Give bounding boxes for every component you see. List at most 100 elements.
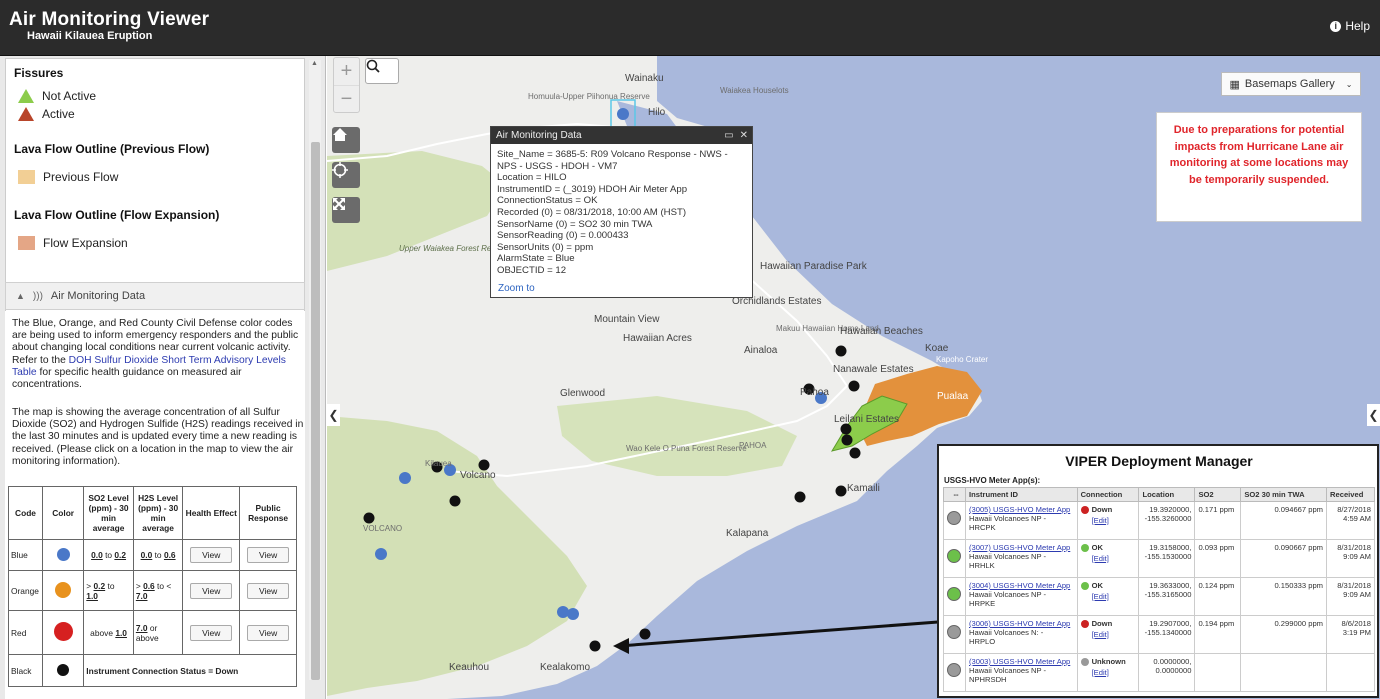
- home-button[interactable]: [332, 127, 360, 153]
- received-cell: 8/6/2018 3:19 PM: [1326, 615, 1375, 654]
- connection-status-icon: [1080, 620, 1089, 628]
- station-marker-black[interactable]: [849, 447, 861, 459]
- scroll-up-icon[interactable]: ▲: [311, 60, 318, 67]
- popup-title: Air Monitoring Data: [496, 130, 582, 141]
- instrument-site: Hawaii Volcanoes NP -: [968, 666, 1047, 675]
- instrument-cell: (3006) USGS-HVO Meter App Hawaii Volcanoe…: [964, 615, 1078, 654]
- instrument-link[interactable]: (3006) USGS-HVO Meter App: [969, 619, 1074, 628]
- station-marker-black[interactable]: [841, 434, 853, 446]
- station-marker-black[interactable]: [589, 640, 601, 652]
- fullscreen-button[interactable]: [332, 197, 360, 223]
- table-header: SO2 30 min TWA: [1240, 487, 1328, 502]
- status-toggle-button[interactable]: [947, 511, 962, 525]
- map-label: Glenwood: [560, 388, 606, 399]
- table-header: Instrument ID: [964, 487, 1078, 502]
- air-monitoring-panel-header[interactable]: ▲ ))) Air Monitoring Data: [5, 282, 305, 310]
- zoom-in-button[interactable]: +: [334, 58, 359, 85]
- edit-link[interactable]: [Edit]: [1092, 668, 1136, 677]
- station-marker-blue[interactable]: [567, 608, 579, 620]
- code-cell: Black: [8, 654, 43, 687]
- code-cell: Blue: [8, 539, 43, 571]
- view-public-response-button[interactable]: View: [247, 547, 290, 563]
- view-health-effect-button[interactable]: View: [190, 624, 233, 641]
- so2-twa-cell: 0.150333 ppm: [1240, 577, 1328, 616]
- received-date: 8/6/2018: [1341, 619, 1371, 628]
- viper-subtitle: USGS-HVO Meter App(s):: [944, 476, 1041, 485]
- popup-header: Air Monitoring Data ▭ ✕: [491, 127, 752, 144]
- status-toggle-button[interactable]: [947, 587, 962, 601]
- legend-label: Active: [42, 107, 75, 121]
- status-cell: [943, 577, 966, 616]
- instrument-link[interactable]: (3003) USGS-HVO Meter App: [969, 657, 1074, 666]
- station-marker-black[interactable]: [794, 491, 806, 503]
- latitude: 19.3633000,: [1149, 581, 1192, 590]
- station-marker-blue[interactable]: [375, 548, 387, 560]
- maximize-icon[interactable]: ▭: [724, 130, 733, 141]
- view-public-response-button[interactable]: View: [247, 582, 290, 599]
- close-icon[interactable]: ✕: [740, 130, 748, 141]
- station-marker-black[interactable]: [835, 485, 847, 497]
- map-label: Wao Kele O Puna Forest Reserve: [626, 444, 747, 453]
- so2-cell: 0.093 ppm: [1194, 539, 1242, 578]
- map-label: Waiakea Houselots: [720, 86, 789, 95]
- instrument-link[interactable]: (3004) USGS-HVO Meter App: [969, 581, 1074, 590]
- station-marker-blue[interactable]: [399, 472, 411, 484]
- instrument-link[interactable]: (3005) USGS-HVO Meter App: [969, 505, 1074, 514]
- station-marker-blue[interactable]: [617, 108, 629, 120]
- view-public-response-button[interactable]: View: [247, 624, 290, 641]
- instrument-link[interactable]: (3007) USGS-HVO Meter App: [969, 543, 1074, 552]
- color-cell: [41, 654, 85, 687]
- edit-link[interactable]: [Edit]: [1092, 516, 1136, 525]
- connection-status-icon: [1080, 506, 1089, 514]
- legend-item-not-active: Not Active: [18, 89, 96, 103]
- viper-title: VIPER Deployment Manager: [1065, 453, 1253, 469]
- status-toggle-button[interactable]: [947, 625, 962, 639]
- status-toggle-button[interactable]: [947, 549, 962, 563]
- locate-button[interactable]: [332, 162, 360, 188]
- h2s-range-cell: 7.0 or above: [132, 610, 184, 655]
- instrument-code: HRHLK: [968, 561, 995, 570]
- health-effect-cell: View: [182, 570, 241, 611]
- table-header: H2S Level (ppm) - 30 min average: [132, 486, 184, 540]
- instrument-cell: (3003) USGS-HVO Meter App Hawaii Volcanoe…: [964, 653, 1078, 692]
- basemaps-gallery-button[interactable]: ▦ Basemaps Gallery ⌄: [1221, 72, 1361, 96]
- table-header: Health Effect: [182, 486, 241, 540]
- to-text: to: [154, 550, 162, 560]
- edit-link[interactable]: [Edit]: [1092, 592, 1136, 601]
- view-health-effect-button[interactable]: View: [190, 582, 233, 599]
- edit-link[interactable]: [Edit]: [1092, 630, 1136, 639]
- public-response-cell: View: [239, 610, 297, 655]
- legend-label: Not Active: [42, 89, 97, 103]
- zoom-out-button[interactable]: −: [334, 85, 359, 112]
- app-window: Air Monitoring Viewer Hawaii Kilauea Eru…: [0, 0, 1380, 699]
- so2-min: 1.0: [115, 627, 127, 638]
- scrollbar-thumb[interactable]: [311, 142, 320, 680]
- connection-status: Unknown: [1091, 657, 1126, 666]
- table-header: --: [943, 487, 966, 502]
- collapse-sidebar-button[interactable]: ❮: [327, 404, 340, 426]
- status-toggle-button[interactable]: [947, 663, 962, 677]
- search-button[interactable]: [365, 58, 399, 84]
- station-marker-blue[interactable]: [557, 606, 569, 618]
- help-button[interactable]: i Help: [1330, 19, 1370, 33]
- location-cell: 19.3633000, -155.3165000: [1138, 577, 1196, 616]
- color-cell: [41, 539, 85, 571]
- view-health-effect-button[interactable]: View: [190, 547, 233, 563]
- station-marker-black[interactable]: [449, 495, 461, 507]
- map-label: Kapoho Crater: [936, 355, 989, 364]
- expand-right-panel-button[interactable]: ❮: [1367, 404, 1380, 426]
- station-marker-black[interactable]: [363, 512, 375, 524]
- so2-cell: [1194, 653, 1242, 692]
- sidebar-scrollbar[interactable]: ▲: [309, 60, 321, 680]
- station-marker-black[interactable]: [478, 459, 490, 471]
- station-marker-black[interactable]: [848, 380, 860, 392]
- table-header: Code: [8, 486, 43, 540]
- station-marker-black[interactable]: [639, 628, 651, 640]
- chevron-left-icon: ❮: [328, 408, 339, 422]
- so2-cell: 0.124 ppm: [1194, 577, 1242, 616]
- table-row: (3003) USGS-HVO Meter App Hawaii Volcanoe…: [943, 653, 1375, 692]
- zoom-to-link[interactable]: Zoom to: [498, 283, 535, 294]
- station-marker-black[interactable]: [835, 345, 847, 357]
- location-cell: 19.3920000, -155.3260000: [1138, 501, 1196, 540]
- edit-link[interactable]: [Edit]: [1092, 554, 1136, 563]
